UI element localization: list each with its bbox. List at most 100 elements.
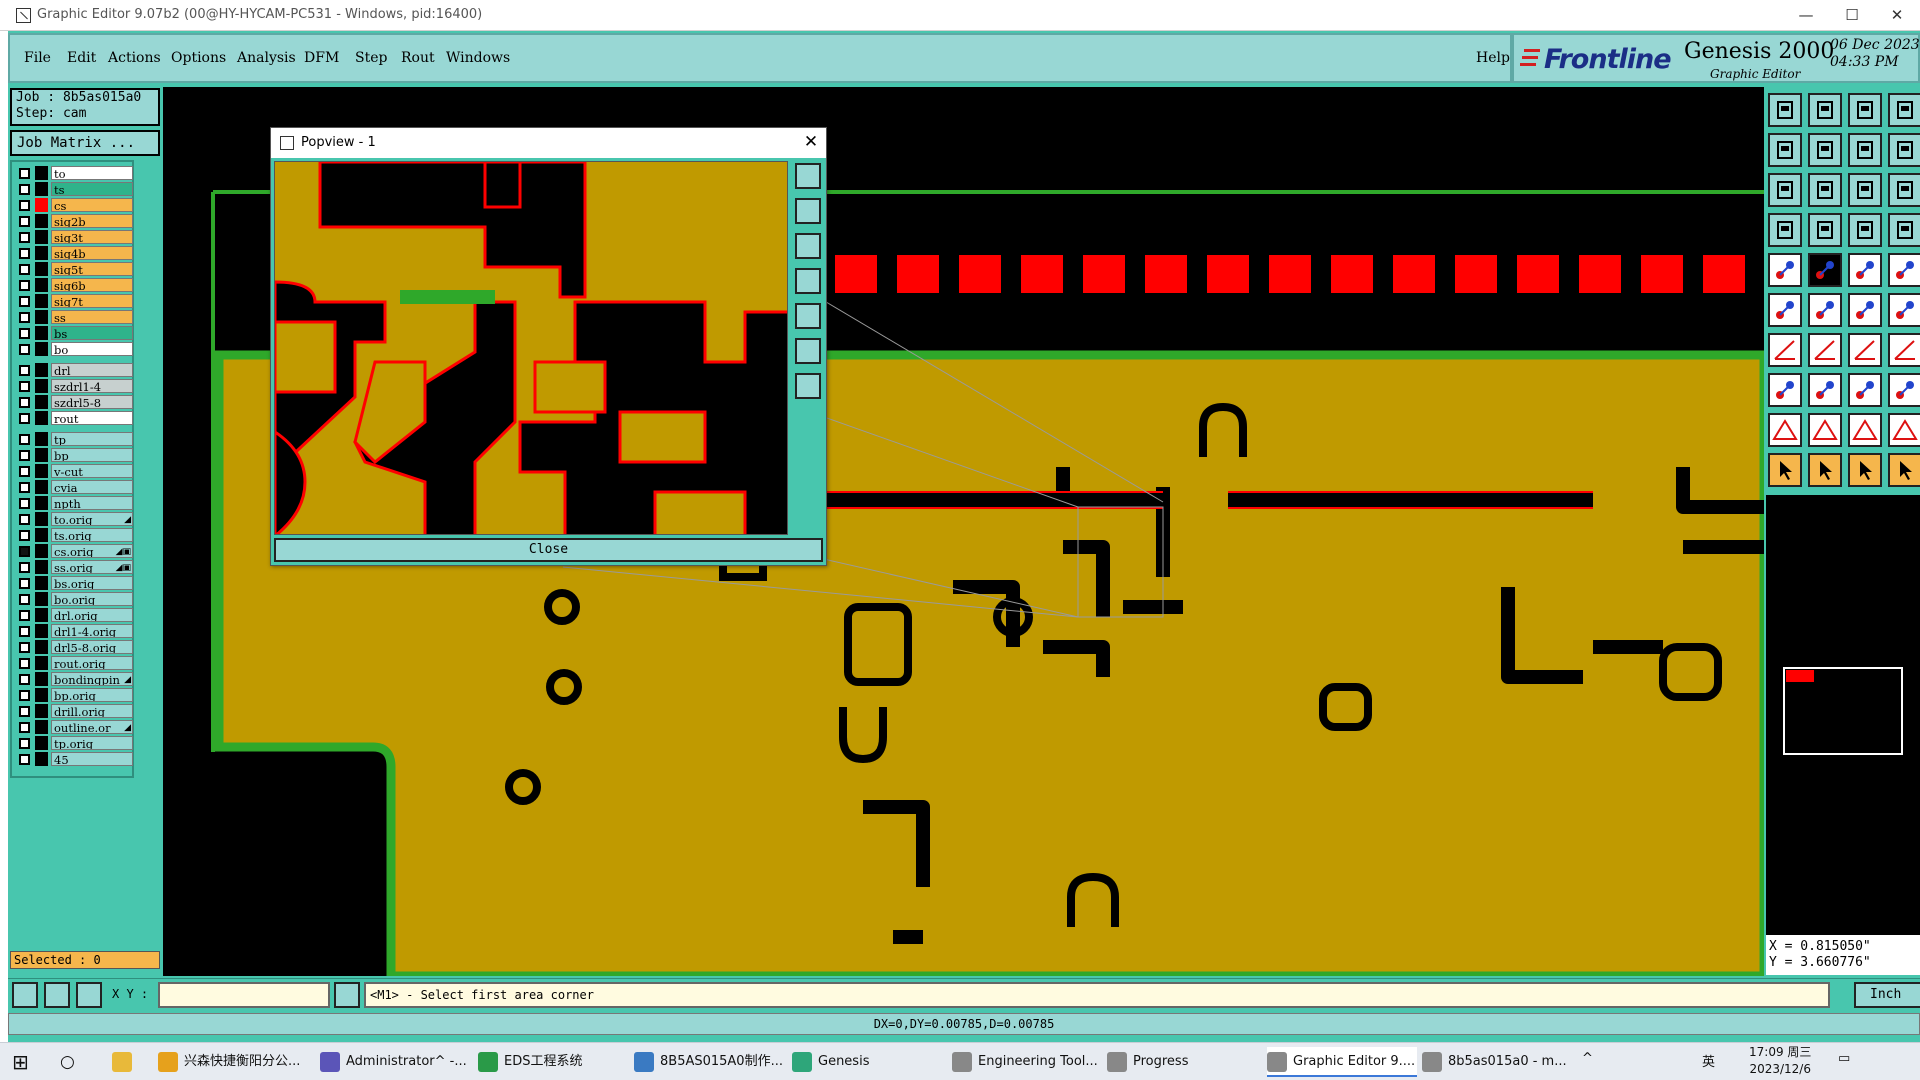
layer-name[interactable]: bp — [51, 448, 133, 462]
zoom-center-icon[interactable] — [1808, 173, 1842, 207]
layer-color-swatch[interactable] — [35, 411, 48, 425]
popview-zoom-in-icon[interactable] — [795, 198, 821, 224]
menu-step[interactable]: Step — [355, 50, 387, 66]
popview-canvas[interactable] — [274, 161, 788, 535]
pointer-move-icon[interactable] — [1848, 453, 1882, 487]
flip-icon[interactable] — [1848, 133, 1882, 167]
job-matrix-button[interactable]: Job Matrix ... — [10, 130, 160, 156]
layer-row[interactable]: ss — [15, 310, 133, 324]
layer-color-swatch[interactable] — [35, 246, 48, 260]
polygon-icon[interactable] — [1848, 413, 1882, 447]
blue-box-icon[interactable] — [1888, 373, 1920, 407]
taskbar-app[interactable]: EDS工程系统 — [478, 1047, 626, 1077]
layer-color-swatch[interactable] — [35, 214, 48, 228]
layer-name[interactable]: bs.orig — [51, 576, 133, 590]
layer-color-swatch[interactable] — [35, 278, 48, 292]
layer-name[interactable]: bondingpin ◢ — [51, 672, 133, 686]
layer-row[interactable]: drl.orig — [15, 608, 133, 622]
layer-color-swatch[interactable] — [35, 624, 48, 638]
menu-dfm[interactable]: DFM — [304, 50, 339, 66]
taskbar-clock[interactable]: 17:09 周三 2023/12/6 — [1749, 1044, 1811, 1078]
measure-icon[interactable] — [1768, 213, 1802, 247]
notification-icon[interactable]: ▭ — [1838, 1051, 1850, 1066]
layer-checkbox[interactable] — [19, 578, 30, 589]
layer-color-swatch[interactable] — [35, 592, 48, 606]
layer-row[interactable]: npth — [15, 496, 133, 510]
layer-checkbox[interactable] — [19, 594, 30, 605]
layer-row[interactable]: ts — [15, 182, 133, 196]
menu-rout[interactable]: Rout — [401, 50, 435, 66]
layer-name[interactable]: bo — [51, 342, 133, 356]
layer-name[interactable]: tp — [51, 432, 133, 446]
pointer-icon[interactable] — [1768, 453, 1802, 487]
layer-row[interactable]: bs — [15, 326, 133, 340]
menu-actions[interactable]: Actions — [108, 50, 161, 66]
layer-checkbox[interactable] — [19, 200, 30, 211]
layer-name[interactable]: drl1-4.orig — [51, 624, 133, 638]
layer-row[interactable]: sig6b — [15, 278, 133, 292]
layer-name[interactable]: v-cut — [51, 464, 133, 478]
layer-checkbox[interactable] — [19, 466, 30, 477]
taskbar-app[interactable]: 8B5AS015A0制作... — [634, 1047, 784, 1077]
layer-name[interactable]: cs.orig ◢▣ — [51, 544, 133, 558]
connect-icon[interactable] — [1848, 293, 1882, 327]
layer-checkbox[interactable] — [19, 498, 30, 509]
box-icon[interactable] — [1848, 373, 1882, 407]
layer-color-swatch[interactable] — [35, 512, 48, 526]
layer-color-swatch[interactable] — [35, 752, 48, 766]
layer-name[interactable]: bp.orig — [51, 688, 133, 702]
maximize-button[interactable]: ☐ — [1829, 0, 1875, 30]
step-icon[interactable] — [1888, 133, 1920, 167]
popview-pan-right-icon[interactable] — [795, 303, 821, 329]
layer-color-swatch[interactable] — [35, 544, 48, 558]
layer-color-swatch[interactable] — [35, 720, 48, 734]
layer-checkbox[interactable] — [19, 344, 30, 355]
layer-color-swatch[interactable] — [35, 704, 48, 718]
layer-name[interactable]: sig6b — [51, 278, 133, 292]
triangle-outline-icon[interactable] — [1808, 413, 1842, 447]
layer-name[interactable]: npth — [51, 496, 133, 510]
minimize-button[interactable]: — — [1783, 0, 1829, 30]
layer-checkbox[interactable] — [19, 168, 30, 179]
layer-name[interactable]: cvia — [51, 480, 133, 494]
route-icon[interactable] — [1888, 453, 1920, 487]
layer-color-swatch[interactable] — [35, 656, 48, 670]
layer-checkbox[interactable] — [19, 722, 30, 733]
layer-checkbox[interactable] — [19, 482, 30, 493]
layer-checkbox[interactable] — [19, 216, 30, 227]
menu-options[interactable]: Options — [171, 50, 226, 66]
home-icon[interactable] — [1848, 93, 1882, 127]
layer-name[interactable]: ts — [51, 182, 133, 196]
popview-expand-icon[interactable] — [795, 338, 821, 364]
start-menu-icon[interactable]: ⊞ — [12, 1047, 42, 1077]
layer-color-swatch[interactable] — [35, 432, 48, 446]
layer-name[interactable]: 45 — [51, 752, 133, 766]
layer-name[interactable]: ss.orig ◢▣ — [51, 560, 133, 574]
taskbar-app[interactable]: Genesis — [792, 1047, 942, 1077]
layer-checkbox[interactable] — [19, 530, 30, 541]
layer-checkbox[interactable] — [19, 312, 30, 323]
layer-color-swatch[interactable] — [35, 379, 48, 393]
layer-color-swatch[interactable] — [35, 560, 48, 574]
taskbar-app[interactable]: Administrator^ -... — [320, 1047, 470, 1077]
layer-row[interactable]: rout.orig — [15, 656, 133, 670]
layer-row[interactable]: ts.orig — [15, 528, 133, 542]
taskbar-app[interactable]: Progress — [1107, 1047, 1257, 1077]
step-forward-icon[interactable] — [1808, 133, 1842, 167]
layer-color-swatch[interactable] — [35, 448, 48, 462]
popview-pan-left-icon[interactable] — [795, 268, 821, 294]
layer-color-swatch[interactable] — [35, 310, 48, 324]
layer-checkbox[interactable] — [19, 706, 30, 717]
ime-indicator[interactable]: 英 — [1702, 1051, 1715, 1070]
help-icon[interactable] — [1888, 173, 1920, 207]
layer-name[interactable]: sig2b — [51, 214, 133, 228]
unit-selector[interactable]: Inch — [1854, 982, 1920, 1008]
node-icon[interactable] — [1768, 293, 1802, 327]
layer-checkbox[interactable] — [19, 674, 30, 685]
layer-name[interactable]: ts.orig — [51, 528, 133, 542]
layer-checkbox[interactable] — [19, 562, 30, 573]
layer-row[interactable]: drl — [15, 363, 133, 377]
layer-row[interactable]: sig7t — [15, 294, 133, 308]
layer-color-swatch[interactable] — [35, 672, 48, 686]
grid-icon[interactable] — [1808, 213, 1842, 247]
